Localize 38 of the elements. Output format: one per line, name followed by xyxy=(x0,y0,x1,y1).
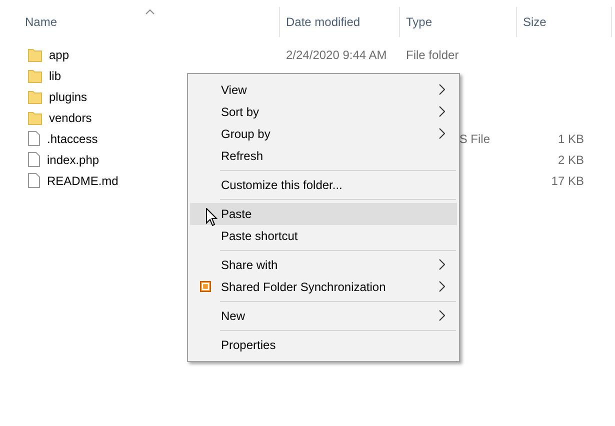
column-header[interactable]: Date modified xyxy=(280,7,400,37)
column-header[interactable]: Name xyxy=(0,7,280,37)
type-text: S File xyxy=(459,132,490,146)
file-name[interactable]: README.md xyxy=(47,174,118,188)
size-text: 2 KB xyxy=(558,152,584,166)
folder-icon xyxy=(28,90,42,104)
date-text: 2/24/2020 9:44 AM xyxy=(286,48,387,62)
file-name[interactable]: app xyxy=(49,48,70,62)
file-name[interactable]: plugins xyxy=(49,90,88,104)
file-icon xyxy=(28,131,40,146)
menu-item[interactable]: Customize this folder... xyxy=(190,174,457,196)
file-name[interactable]: index.php xyxy=(47,152,100,166)
file-name[interactable]: .htaccess xyxy=(47,132,98,146)
column-header[interactable]: Size xyxy=(517,7,612,37)
menu-item[interactable]: Sort by xyxy=(190,101,457,123)
mouse-cursor-icon xyxy=(206,208,218,227)
menu-item[interactable]: Shared Folder Synchronization xyxy=(190,276,457,298)
menu-item[interactable]: Refresh xyxy=(190,145,457,167)
file-icon xyxy=(28,152,40,167)
menu-item[interactable]: New xyxy=(190,305,457,327)
menu-item[interactable]: Share with xyxy=(190,254,457,276)
menu-item[interactable]: Properties xyxy=(190,334,457,356)
file-icon xyxy=(28,173,40,188)
folder-icon xyxy=(28,68,42,82)
menu-item[interactable]: Group by xyxy=(190,123,457,145)
file-name[interactable]: vendors xyxy=(49,110,92,124)
menu-item[interactable]: Paste shortcut xyxy=(190,225,457,247)
file-name[interactable]: lib xyxy=(49,68,62,82)
folder-icon xyxy=(28,48,42,62)
column-header[interactable]: Type xyxy=(400,7,517,37)
folder-icon xyxy=(28,110,42,124)
sync-app-icon xyxy=(200,281,211,292)
sort-up-icon xyxy=(145,9,155,15)
size-text: 1 KB xyxy=(558,132,584,146)
type-text: File folder xyxy=(406,48,459,62)
menu-item[interactable]: View xyxy=(190,79,457,101)
menu-item[interactable]: Paste xyxy=(190,203,457,225)
size-text: 17 KB xyxy=(551,174,584,188)
